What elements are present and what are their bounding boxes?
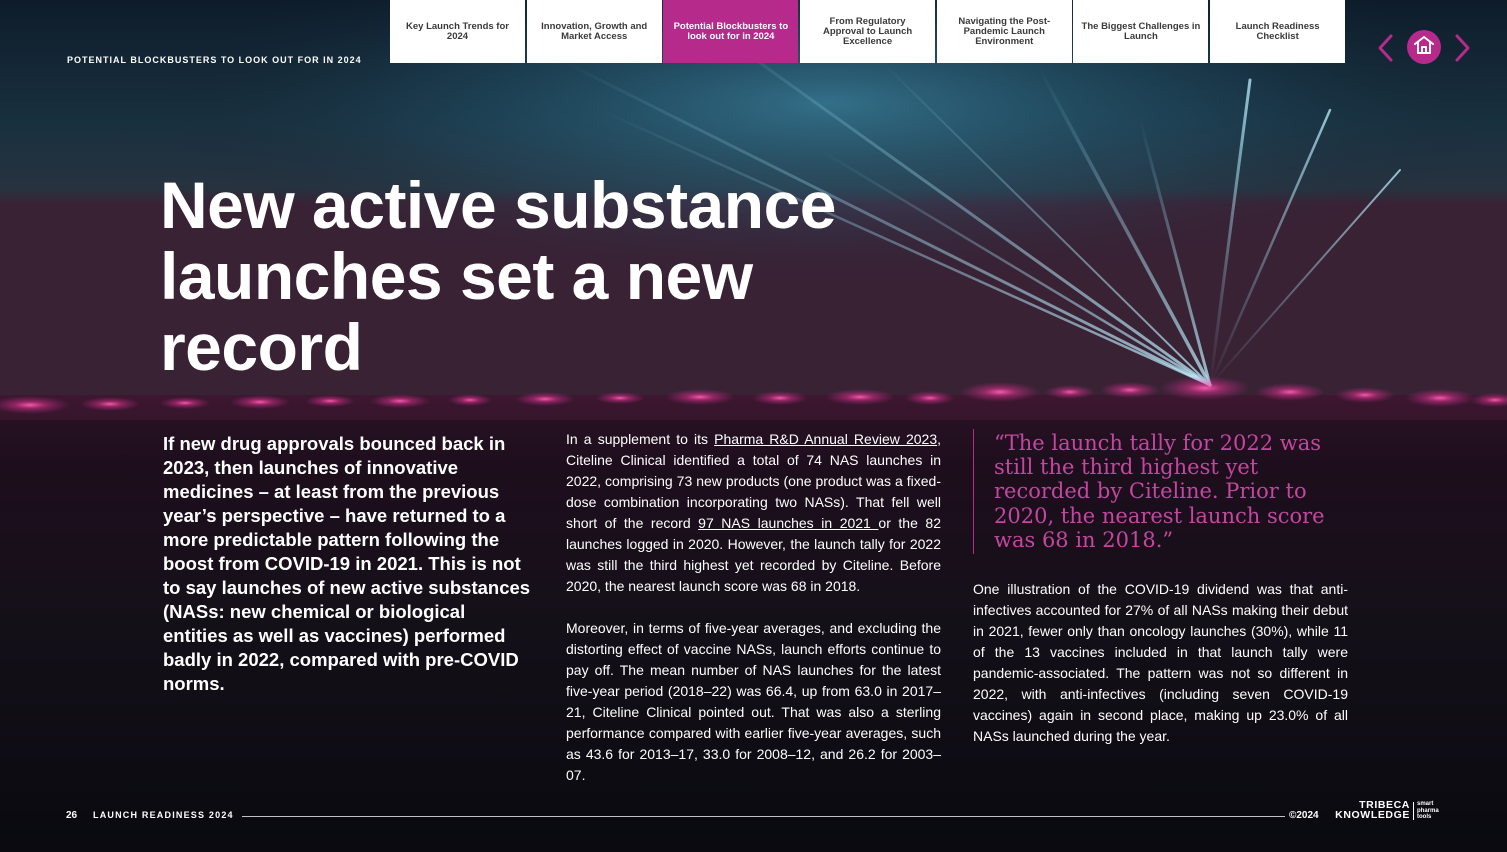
body-paragraph: One illustration of the COVID-19 dividen… — [973, 581, 1348, 744]
chevron-left-icon[interactable] — [1375, 33, 1397, 63]
logo-tag-word: pharma — [1417, 807, 1439, 814]
section-label: POTENTIAL BLOCKBUSTERS TO LOOK OUT FOR I… — [67, 55, 362, 65]
pull-quote: “The launch tally for 2022 was still the… — [994, 431, 1325, 552]
copyright: ©2024 — [1289, 810, 1319, 821]
tab-key-launch-trends[interactable]: Key Launch Trends for 2024 — [390, 0, 525, 63]
tab-post-pandemic[interactable]: Navigating the Post-Pandemic Launch Envi… — [936, 0, 1072, 63]
logo-divider — [1413, 802, 1414, 820]
tab-innovation-growth[interactable]: Innovation, Growth and Market Access — [526, 0, 662, 63]
tribeca-knowledge-logo: TRIBECA KNOWLEDGE smart pharma tools — [1331, 800, 1446, 822]
logo-tag-word: tools — [1417, 814, 1432, 821]
nas-launches-2021-link[interactable]: 97 NAS launches in 2021 — [698, 515, 878, 531]
intro-paragraph: If new drug approvals bounced back in 20… — [163, 433, 531, 694]
logo-line2: KNOWLEDGE — [1335, 809, 1410, 821]
quote-divider — [973, 429, 974, 554]
page-title: New active substance launches set a new … — [160, 168, 836, 384]
chevron-right-icon[interactable] — [1451, 33, 1473, 63]
body-paragraph: Moreover, in terms of five-year averages… — [566, 620, 941, 783]
body-paragraph: In a supplement to its Pharma R&D Annual… — [566, 429, 941, 597]
home-icon — [1413, 35, 1435, 60]
pharma-rd-review-link[interactable]: Pharma R&D Annual Review 2023 — [714, 431, 937, 447]
tab-potential-blockbusters[interactable]: Potential Blockbusters to look out for i… — [663, 0, 799, 63]
tab-regulatory-approval[interactable]: From Regulatory Approval to Launch Excel… — [800, 0, 936, 63]
tab-readiness-checklist[interactable]: Launch Readiness Checklist — [1210, 0, 1346, 63]
body-column-right: One illustration of the COVID-19 dividen… — [973, 579, 1348, 747]
tab-biggest-challenges[interactable]: The Biggest Challenges in Launch — [1073, 0, 1209, 63]
chapter-nav: Key Launch Trends for 2024 Innovation, G… — [390, 0, 1347, 63]
body-column-middle: In a supplement to its Pharma R&D Annual… — [566, 429, 941, 807]
home-button[interactable] — [1407, 30, 1441, 64]
footer-divider — [242, 816, 1285, 817]
publication-name: LAUNCH READINESS 2024 — [93, 810, 234, 820]
logo-tag-word: smart — [1417, 801, 1434, 807]
body-text: In a supplement to its — [566, 431, 715, 447]
page-number: 26 — [66, 810, 78, 821]
logo-tagline: smart pharma tools — [1417, 801, 1439, 821]
